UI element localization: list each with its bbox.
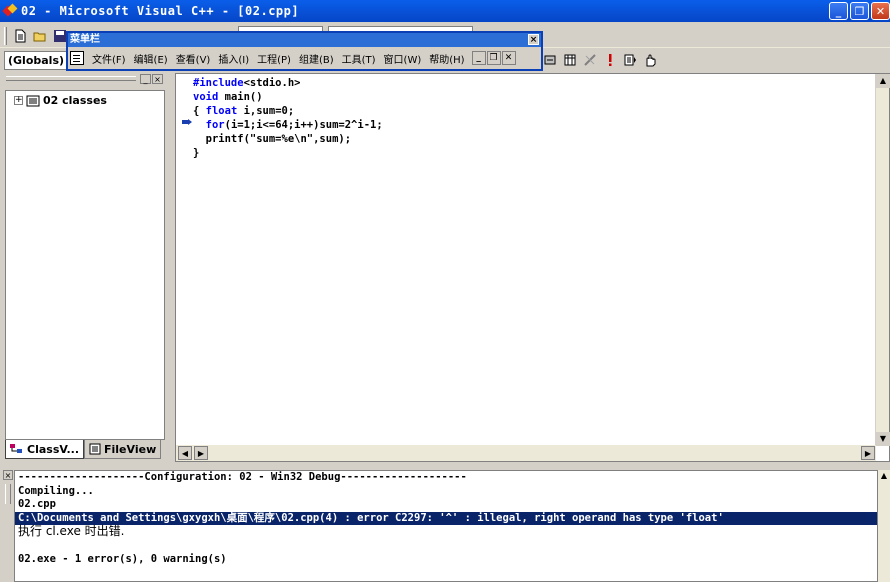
workspace-grip[interactable] — [6, 76, 136, 81]
output-panel: × --------------------Configuration: 02 … — [0, 466, 890, 582]
mdi-close-button[interactable]: ✕ — [501, 51, 516, 65]
editor-vertical-scrollbar[interactable]: ▲ ▼ — [875, 74, 890, 446]
tab-fileview[interactable]: FileView — [84, 440, 162, 459]
scroll-down-arrow-icon[interactable]: ▼ — [876, 432, 890, 446]
output-scroll-up-arrow-icon[interactable]: ▲ — [878, 470, 890, 482]
build-icon[interactable] — [560, 50, 580, 70]
class-tree[interactable]: + 02 classes — [5, 90, 165, 440]
execute-icon[interactable] — [600, 50, 620, 70]
scroll-left-arrow-icon[interactable]: ◀ — [178, 446, 192, 460]
compile-icon[interactable] — [540, 50, 560, 70]
workspace-minimize-button[interactable]: _ — [140, 74, 151, 84]
scroll-right-arrow-icon[interactable]: ▶ — [194, 446, 208, 460]
visual-cpp-app-icon[interactable] — [3, 4, 17, 18]
minimize-button[interactable]: _ — [829, 2, 848, 20]
tab-classview-label: ClassV... — [27, 442, 79, 456]
scope-combo[interactable]: (Globals) — [4, 50, 69, 70]
expand-plus-icon[interactable]: + — [14, 96, 23, 105]
menu-view[interactable]: 查看(V) — [172, 51, 215, 66]
code-line: void main() — [193, 91, 263, 103]
code-line: for(i=1;i<=64;i++)sum=2^i-1; — [205, 119, 383, 131]
editor-margin[interactable] — [176, 74, 192, 446]
scroll-right-end-arrow-icon[interactable]: ▶ — [861, 446, 875, 460]
classes-folder-icon — [26, 95, 40, 106]
tree-item-label: 02 classes — [43, 94, 107, 107]
menu-insert[interactable]: 插入(I) — [214, 51, 253, 66]
workspace-panel: _ × + 02 classes ClassV... FileView — [0, 72, 170, 464]
output-line: 执行 cl.exe 时出错. — [18, 524, 125, 539]
document-icon[interactable] — [70, 51, 84, 65]
new-file-icon[interactable] — [10, 26, 30, 46]
floating-menu-bar[interactable]: 菜单栏 × 文件(F) 编辑(E) 查看(V) 插入(I) 工程(P) 组建(B… — [66, 31, 543, 71]
menu-window[interactable]: 窗口(W) — [380, 51, 426, 66]
scroll-up-arrow-icon[interactable]: ▲ — [876, 74, 890, 88]
go-icon[interactable] — [620, 50, 640, 70]
menu-edit[interactable]: 编辑(E) — [130, 51, 172, 66]
menu-tools[interactable]: 工具(T) — [338, 51, 380, 66]
tree-item-root[interactable]: + 02 classes — [14, 94, 107, 107]
menu-build[interactable]: 组建(B) — [295, 51, 338, 66]
workspace-close-button[interactable]: × — [152, 74, 163, 84]
output-close-button[interactable]: × — [3, 470, 13, 480]
output-grip[interactable] — [5, 484, 11, 504]
menu-bar-close-button[interactable]: × — [528, 34, 539, 45]
output-vertical-scrollbar[interactable]: ▲ — [878, 470, 890, 582]
maximize-button[interactable]: ❐ — [850, 2, 869, 20]
editor-horizontal-scrollbar[interactable]: ◀ ▶ ▶ — [176, 445, 876, 461]
open-folder-icon[interactable] — [30, 26, 50, 46]
current-line-arrow-icon — [182, 119, 192, 125]
output-error-line[interactable]: C:\Documents and Settings\gxygxh\桌面\程序\0… — [15, 511, 877, 526]
close-button[interactable]: ✕ — [871, 2, 890, 20]
toolbar-grip[interactable] — [4, 26, 7, 45]
stop-build-icon[interactable] — [580, 50, 600, 70]
menu-help[interactable]: 帮助(H) — [425, 51, 468, 66]
title-bar: 02 - Microsoft Visual C++ - [02.cpp] _ ❐… — [0, 0, 890, 22]
mdi-minimize-button[interactable]: _ — [471, 51, 486, 65]
menu-bar-title: 菜单栏 — [70, 34, 100, 45]
build-output[interactable]: --------------------Configuration: 02 - … — [14, 470, 878, 582]
classview-icon — [10, 444, 22, 453]
tab-fileview-label: FileView — [104, 442, 157, 456]
output-line: Compiling... — [18, 484, 94, 497]
mdi-restore-button[interactable]: ❐ — [486, 51, 501, 65]
code-line: } — [193, 147, 200, 159]
output-summary-line: 02.exe - 1 error(s), 0 warning(s) — [18, 552, 227, 565]
code-line: #include<stdio.h> — [193, 77, 301, 89]
menu-file[interactable]: 文件(F) — [88, 51, 130, 66]
code-line: printf("sum=%e\n",sum); — [193, 133, 352, 145]
tab-classview[interactable]: ClassV... — [5, 440, 84, 459]
code-editor[interactable]: #include<stdio.h> void main() { float i,su… — [175, 73, 890, 462]
code-text[interactable]: #include<stdio.h> void main() { float i,su… — [193, 76, 383, 160]
output-line: 02.cpp — [18, 498, 56, 511]
fileview-icon — [89, 443, 101, 455]
output-line: --------------------Configuration: 02 - … — [18, 471, 467, 483]
window-title: 02 - Microsoft Visual C++ - [02.cpp] — [21, 4, 300, 18]
code-line: { float i,sum=0; — [193, 105, 295, 117]
breakpoint-hand-icon[interactable] — [640, 50, 660, 70]
menu-project[interactable]: 工程(P) — [253, 51, 295, 66]
